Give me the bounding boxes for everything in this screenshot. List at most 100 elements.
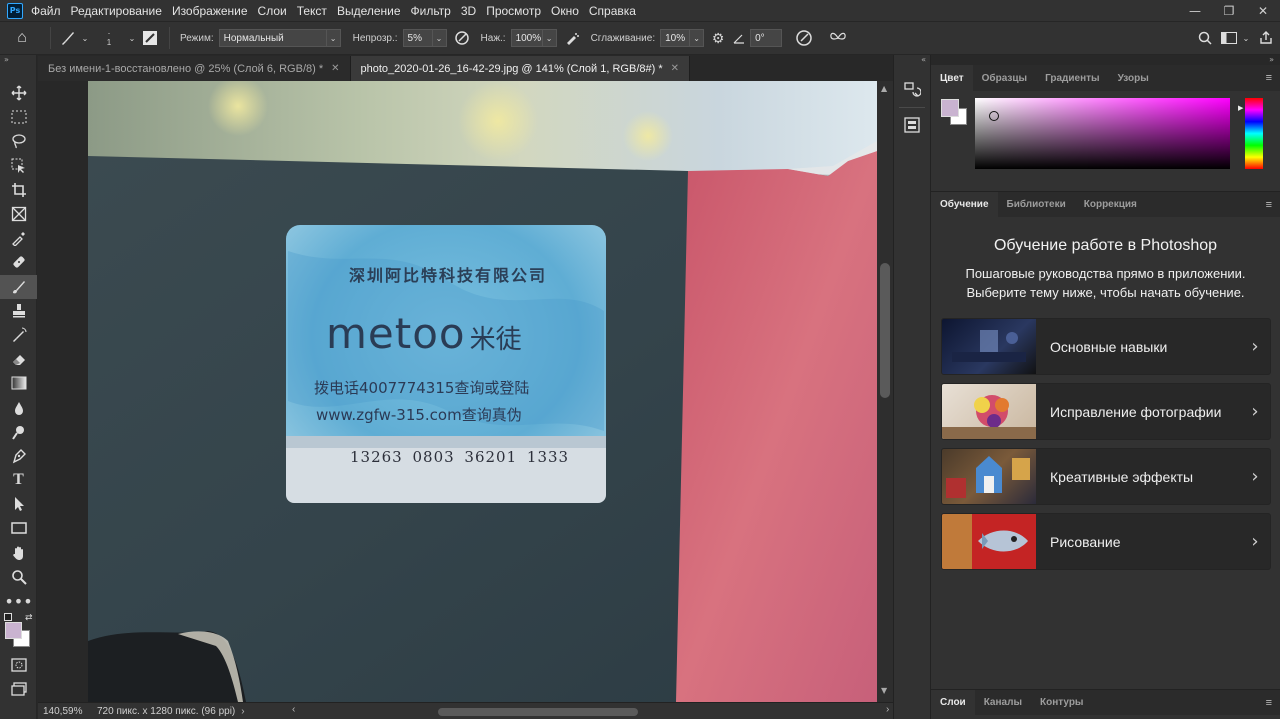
tab-libraries[interactable]: Библиотеки [998, 192, 1075, 218]
marquee-tool-icon[interactable] [0, 105, 37, 129]
tab-gradients[interactable]: Градиенты [1036, 65, 1109, 91]
collapse-arrows-icon[interactable]: » [0, 55, 36, 65]
menu-layers[interactable]: Слои [258, 4, 287, 18]
learn-item-basics[interactable]: Основные навыки › [941, 318, 1271, 375]
pressure-opacity-icon[interactable] [447, 30, 477, 46]
tab-patterns[interactable]: Узоры [1109, 65, 1158, 91]
menu-view[interactable]: Просмотр [486, 4, 541, 18]
chevron-down-icon[interactable]: ⌄ [690, 29, 705, 47]
tab-color[interactable]: Цвет [931, 65, 973, 91]
hand-tool-icon[interactable] [0, 541, 37, 565]
color-picker-field[interactable] [975, 98, 1230, 169]
scroll-left-icon[interactable]: ‹ [292, 704, 295, 715]
panel-menu-icon[interactable]: ≡ [1266, 72, 1272, 84]
history-panel-icon[interactable] [901, 79, 923, 101]
panel-menu-icon[interactable]: ≡ [1266, 199, 1272, 211]
properties-panel-icon[interactable] [901, 114, 923, 136]
airbrush-icon[interactable] [557, 30, 587, 46]
brush-preset-icon[interactable] [57, 30, 79, 46]
brush-settings-toggle-icon[interactable] [137, 30, 163, 46]
search-icon[interactable] [1192, 31, 1218, 45]
collapse-arrows-icon[interactable]: » [931, 55, 1280, 65]
symmetry-butterfly-icon[interactable] [826, 30, 850, 46]
type-tool-icon[interactable]: T [0, 468, 37, 492]
vertical-scrollbar[interactable]: ▲ ▼ [877, 81, 893, 702]
menu-3d[interactable]: 3D [461, 4, 476, 18]
close-icon[interactable]: ✕ [671, 63, 679, 74]
document-image[interactable]: 深圳阿比特科技有限公司 metoo 米徒 拨电话4007774315查询或登陆 … [88, 81, 877, 702]
canvas-area[interactable]: 深圳阿比特科技有限公司 metoo 米徒 拨电话4007774315查询或登陆 … [38, 81, 877, 702]
dodge-tool-icon[interactable] [0, 420, 37, 444]
menu-filter[interactable]: Фильтр [411, 4, 451, 18]
hue-slider-arrow-icon[interactable]: ▶ [1238, 104, 1243, 112]
close-window-button[interactable]: ✕ [1246, 0, 1280, 21]
smoothing-input[interactable]: 10% [660, 29, 691, 47]
menu-edit[interactable]: Редактирование [71, 4, 162, 18]
chevron-right-icon[interactable]: › [241, 706, 244, 717]
close-icon[interactable]: ✕ [331, 63, 339, 74]
menu-type[interactable]: Текст [297, 4, 327, 18]
brush-tool-icon[interactable] [0, 274, 37, 299]
horizontal-scroll-thumb[interactable] [438, 708, 638, 716]
eyedropper-tool-icon[interactable] [0, 226, 37, 250]
workspace-icon[interactable] [1218, 32, 1240, 44]
pressure-size-icon[interactable] [782, 29, 826, 47]
minimize-button[interactable]: — [1178, 0, 1212, 21]
chevron-down-icon[interactable]: ⌄ [1240, 34, 1252, 43]
lasso-tool-icon[interactable] [0, 129, 37, 153]
default-colors-icon[interactable] [4, 613, 12, 622]
screen-mode-icon[interactable] [0, 677, 37, 701]
menu-image[interactable]: Изображение [172, 4, 248, 18]
tab-paths[interactable]: Контуры [1031, 690, 1092, 716]
opacity-input[interactable]: 5% [402, 29, 433, 47]
healing-brush-tool-icon[interactable] [0, 250, 37, 274]
chevron-down-icon[interactable]: ⌄ [432, 29, 447, 47]
tab-layers[interactable]: Слои [931, 689, 975, 716]
scroll-right-icon[interactable]: › [886, 704, 889, 715]
gradient-tool-icon[interactable] [0, 371, 37, 395]
chevron-down-icon[interactable]: ⌄ [79, 34, 91, 43]
flow-input[interactable]: 100% [510, 29, 543, 47]
more-tools-icon[interactable]: ••• [0, 589, 37, 613]
learn-item-creative-effects[interactable]: Креативные эффекты › [941, 448, 1271, 505]
hue-slider[interactable] [1245, 98, 1263, 169]
mode-select[interactable]: Нормальный [218, 29, 327, 47]
history-brush-tool-icon[interactable] [0, 323, 37, 347]
restore-button[interactable]: ❐ [1212, 0, 1246, 21]
scroll-down-icon[interactable]: ▼ [881, 686, 887, 695]
foreground-color-swatch[interactable] [941, 99, 959, 117]
tab-document-2[interactable]: photo_2020-01-26_16-42-29.jpg @ 141% (Сл… [350, 56, 690, 81]
object-selection-tool-icon[interactable] [0, 154, 37, 178]
menu-help[interactable]: Справка [589, 4, 636, 18]
learn-item-photo-fix[interactable]: Исправление фотографии › [941, 383, 1271, 440]
frame-tool-icon[interactable] [0, 202, 37, 226]
zoom-level[interactable]: 140,59% [43, 706, 93, 717]
tab-swatches[interactable]: Образцы [973, 65, 1036, 91]
scroll-up-icon[interactable]: ▲ [881, 84, 887, 93]
tab-document-1[interactable]: Без имени-1-восстановлено @ 25% (Слой 6,… [38, 56, 351, 81]
pen-tool-icon[interactable] [0, 444, 37, 468]
eraser-tool-icon[interactable] [0, 347, 37, 371]
path-selection-tool-icon[interactable] [0, 492, 37, 516]
quick-mask-icon[interactable] [0, 653, 37, 677]
share-icon[interactable] [1252, 31, 1280, 45]
chevron-down-icon[interactable]: ⌄ [326, 29, 341, 47]
menu-file[interactable]: Файл [31, 4, 61, 18]
clone-stamp-tool-icon[interactable] [0, 299, 37, 323]
horizontal-scrollbar[interactable]: ‹ › [292, 704, 898, 717]
tab-channels[interactable]: Каналы [975, 690, 1031, 716]
learn-item-drawing[interactable]: Рисование › [941, 513, 1271, 570]
crop-tool-icon[interactable] [0, 178, 37, 202]
chevron-down-icon[interactable]: ⌄ [542, 29, 557, 47]
swap-colors-icon[interactable]: ⇄ [25, 613, 33, 623]
tab-adjustments[interactable]: Коррекция [1075, 192, 1146, 218]
angle-input[interactable]: 0° [750, 29, 783, 47]
menu-select[interactable]: Выделение [337, 4, 401, 18]
collapse-arrows-icon[interactable]: « [894, 55, 930, 65]
rectangle-tool-icon[interactable] [0, 516, 37, 540]
brush-size-picker[interactable]: · 1 [91, 29, 127, 48]
zoom-tool-icon[interactable] [0, 565, 37, 589]
move-tool-icon[interactable] [0, 81, 37, 105]
chevron-down-icon[interactable]: ⌄ [127, 34, 137, 43]
foreground-color-swatch[interactable] [5, 622, 22, 640]
